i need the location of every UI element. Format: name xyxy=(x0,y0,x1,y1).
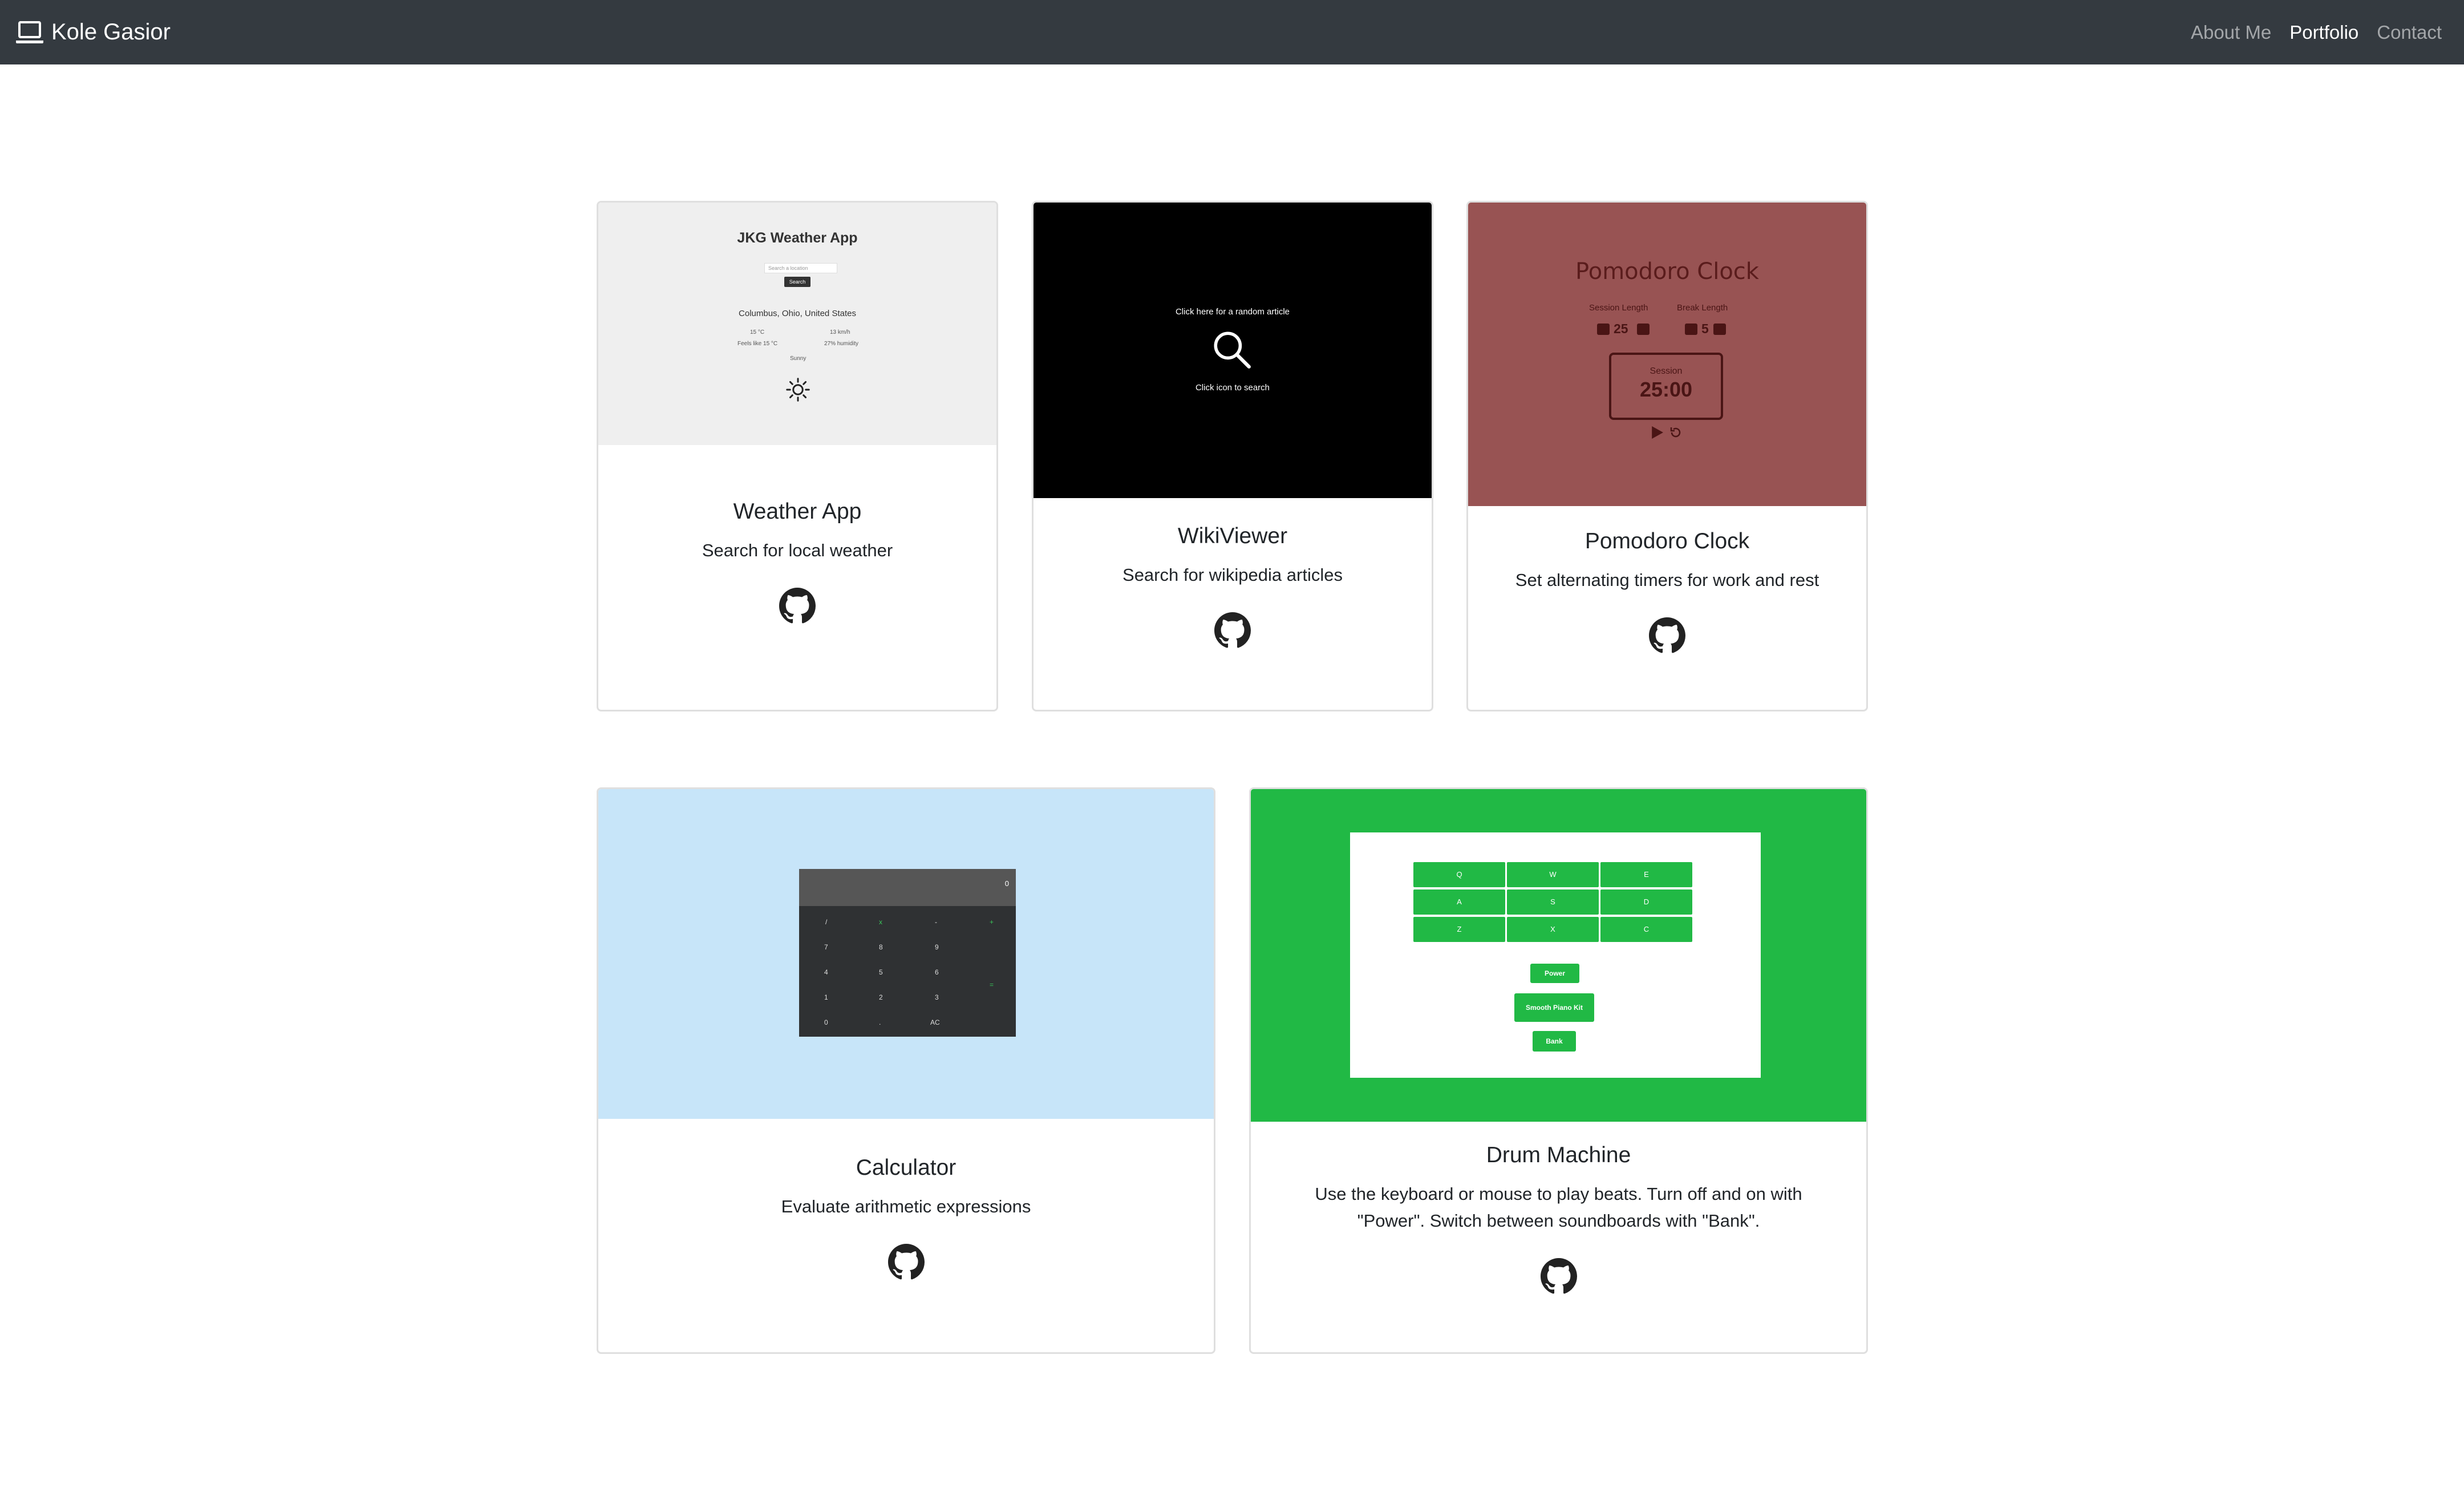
wiki-random-text: Click here for a random article xyxy=(1175,307,1290,317)
wikiviewer-preview-image[interactable]: Click here for a random article Click ic… xyxy=(1034,203,1432,498)
pomodoro-break-value: 5 xyxy=(1701,321,1709,336)
github-icon[interactable] xyxy=(887,1244,925,1280)
drum-pad: X xyxy=(1507,917,1599,942)
project-card-calculator: 0 / x - + 7 8 9 4 5 6 = 1 2 3 0 . AC Cal… xyxy=(597,787,1215,1354)
brand-name: Kole Gasior xyxy=(51,19,171,45)
search-icon xyxy=(1214,331,1251,369)
weather-preview-temp: 15 °C xyxy=(750,329,765,335)
calculator-preview: 0 / x - + 7 8 9 4 5 6 = 1 2 3 0 . AC xyxy=(799,869,1016,1037)
calc-key: 7 xyxy=(824,943,828,951)
nav-links: About Me Portfolio Contact xyxy=(2191,22,2442,43)
weather-preview-condition: Sunny xyxy=(790,355,807,362)
weather-preview-search: Search a location xyxy=(764,263,837,273)
calc-key: 3 xyxy=(935,993,939,1001)
drum-pad: S xyxy=(1507,889,1599,915)
navbar: Kole Gasior About Me Portfolio Contact xyxy=(0,0,2464,64)
nav-about-me[interactable]: About Me xyxy=(2191,22,2271,43)
calc-key: 0 xyxy=(824,1018,828,1026)
pomodoro-card-body: Pomodoro Clock Set alternating timers fo… xyxy=(1468,529,1866,657)
drum-pad: C xyxy=(1600,917,1692,942)
sun-icon xyxy=(786,378,810,402)
drum-power-button: Power xyxy=(1530,964,1579,983)
arrow-down-icon xyxy=(1637,324,1650,335)
weather-preview-image[interactable]: JKG Weather App Search a location Search… xyxy=(598,203,996,445)
pomodoro-timer-label: Session xyxy=(1650,366,1683,376)
pomodoro-break-label: Break Length xyxy=(1677,303,1728,313)
calc-key: / xyxy=(825,918,828,926)
reset-icon xyxy=(1670,427,1681,438)
arrow-down-icon xyxy=(1713,324,1726,335)
pomodoro-timer-box: Session 25:00 xyxy=(1609,353,1723,420)
weather-preview-location: Columbus, Ohio, United States xyxy=(739,309,856,318)
pomodoro-session-label: Session Length xyxy=(1589,303,1648,313)
weather-preview-wind: 13 km/h xyxy=(830,329,850,335)
drum-machine-card-body: Drum Machine Use the keyboard or mouse t… xyxy=(1251,1143,1866,1297)
pomodoro-timer-value: 25:00 xyxy=(1639,378,1693,401)
weather-preview-search-button: Search xyxy=(784,277,810,287)
drum-bank-button: Bank xyxy=(1533,1031,1576,1052)
card-title: Calculator xyxy=(856,1155,957,1180)
card-title: Drum Machine xyxy=(1486,1143,1631,1167)
project-card-wikiviewer: Click here for a random article Click ic… xyxy=(1032,201,1433,711)
drum-pad: A xyxy=(1413,889,1505,915)
drum-machine-preview: Q W E A S D Z X C Power Smooth Piano Kit… xyxy=(1350,832,1761,1078)
arrow-up-icon xyxy=(1597,324,1610,335)
github-icon[interactable] xyxy=(779,588,816,624)
nav-contact[interactable]: Contact xyxy=(2377,22,2442,43)
calc-key: 9 xyxy=(935,943,939,951)
calculator-display: 0 xyxy=(799,869,1016,906)
github-icon[interactable] xyxy=(1540,1258,1577,1295)
card-description: Evaluate arithmetic expressions xyxy=(781,1196,1031,1216)
calc-key: AC xyxy=(930,1018,940,1026)
calc-key: . xyxy=(879,1018,881,1026)
project-card-pomodoro: Pomodoro Clock Session Length Break Leng… xyxy=(1466,201,1868,711)
card-description: Search for wikipedia articles xyxy=(1122,565,1343,585)
card-description: Use the keyboard or mouse to play beats.… xyxy=(1315,1184,1802,1231)
calculator-preview-image[interactable]: 0 / x - + 7 8 9 4 5 6 = 1 2 3 0 . AC xyxy=(598,789,1214,1119)
github-icon[interactable] xyxy=(1214,612,1251,649)
wiki-search-text: Click icon to search xyxy=(1195,383,1270,393)
calc-key: - xyxy=(935,918,937,926)
drum-pad: Z xyxy=(1413,917,1505,942)
drum-pad: E xyxy=(1600,862,1692,887)
calculator-card-body: Calculator Evaluate arithmetic expressio… xyxy=(598,1155,1214,1283)
calc-key: 1 xyxy=(824,993,828,1001)
weather-preview-humidity: 27% humidity xyxy=(824,341,859,347)
pomodoro-session-value: 25 xyxy=(1614,321,1628,336)
card-title: Pomodoro Clock xyxy=(1584,529,1750,553)
pomodoro-preview-image[interactable]: Pomodoro Clock Session Length Break Leng… xyxy=(1468,203,1866,506)
card-title: WikiViewer xyxy=(1177,524,1288,548)
calc-key: 5 xyxy=(879,968,883,976)
calc-key: 8 xyxy=(879,943,883,951)
calc-key: x xyxy=(879,918,882,926)
play-icon xyxy=(1652,426,1663,439)
wikiviewer-card-body: WikiViewer Search for wikipedia articles xyxy=(1034,524,1432,652)
project-card-weather: JKG Weather App Search a location Search… xyxy=(597,201,998,711)
drum-pad: Q xyxy=(1413,862,1505,887)
calc-key: 2 xyxy=(879,993,883,1001)
drum-machine-preview-image[interactable]: Q W E A S D Z X C Power Smooth Piano Kit… xyxy=(1251,789,1866,1122)
calc-key: + xyxy=(990,918,994,926)
nav-portfolio[interactable]: Portfolio xyxy=(2289,22,2358,43)
card-title: Weather App xyxy=(733,499,862,524)
drum-kit-label: Smooth Piano Kit xyxy=(1514,993,1594,1022)
calc-key: = xyxy=(990,981,994,989)
github-icon[interactable] xyxy=(1649,617,1685,654)
project-card-drum-machine: Q W E A S D Z X C Power Smooth Piano Kit… xyxy=(1249,787,1868,1354)
weather-card-body: Weather App Search for local weather xyxy=(598,499,996,627)
card-description: Set alternating timers for work and rest xyxy=(1515,570,1819,590)
pomodoro-preview-heading: Pomodoro Clock xyxy=(1575,258,1759,285)
calc-key: 4 xyxy=(824,968,828,976)
card-description: Search for local weather xyxy=(702,540,893,560)
laptop-icon xyxy=(16,21,43,43)
calc-key: 6 xyxy=(935,968,939,976)
brand-link[interactable]: Kole Gasior xyxy=(16,19,171,45)
weather-preview-feels-like: Feels like 15 °C xyxy=(737,341,778,347)
weather-preview-heading: JKG Weather App xyxy=(737,230,858,246)
arrow-up-icon xyxy=(1685,324,1697,335)
drum-pad: D xyxy=(1600,889,1692,915)
drum-pad: W xyxy=(1507,862,1599,887)
